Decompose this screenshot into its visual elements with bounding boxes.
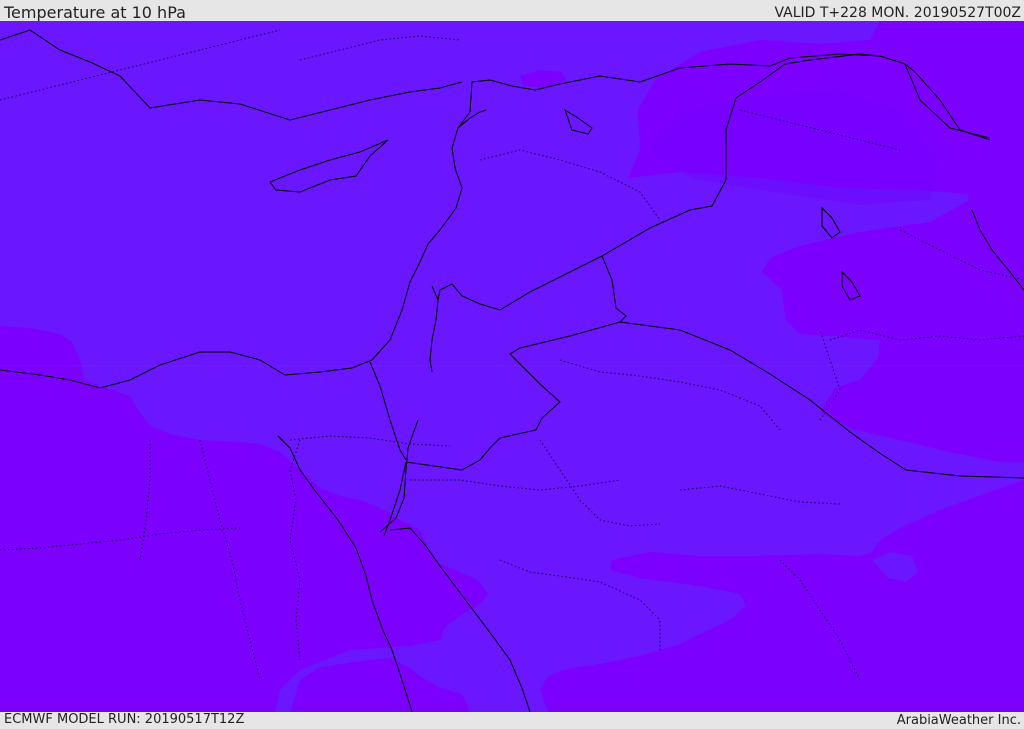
header-bar: Temperature at 10 hPa VALID T+228 MON. 2… xyxy=(0,0,1024,22)
model-run-label: ECMWF MODEL RUN: 20190517T12Z xyxy=(4,712,245,727)
temperature-map[interactable] xyxy=(0,21,1024,712)
map-title: Temperature at 10 hPa xyxy=(4,3,186,22)
map-canvas[interactable] xyxy=(0,21,1024,712)
weather-map-page: Temperature at 10 hPa VALID T+228 MON. 2… xyxy=(0,0,1024,729)
valid-time-label: VALID T+228 MON. 20190527T00Z xyxy=(774,5,1021,21)
brand-label: ArabiaWeather Inc. xyxy=(896,713,1021,728)
footer-bar: ECMWF MODEL RUN: 20190517T12Z ArabiaWeat… xyxy=(0,712,1024,729)
